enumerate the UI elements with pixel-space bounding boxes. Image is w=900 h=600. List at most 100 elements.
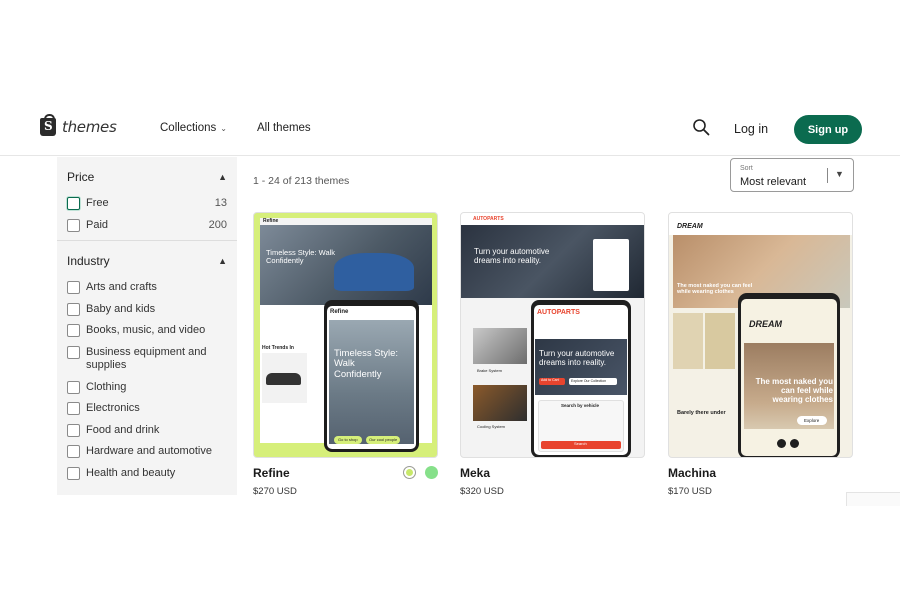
option-label: Business equipment and supplies bbox=[86, 345, 207, 371]
mock-item-1: Brake System bbox=[477, 368, 502, 373]
industry-option[interactable]: Food and drink bbox=[57, 423, 237, 437]
phone-search-title: Search by vehicle bbox=[561, 403, 600, 408]
option-label: Electronics bbox=[86, 402, 140, 415]
login-link[interactable]: Log in bbox=[734, 122, 768, 136]
option-label: Hardware and automotive bbox=[86, 445, 212, 458]
option-count: 13 bbox=[214, 197, 227, 209]
nav-collections-dropdown[interactable]: Collections ⌄ bbox=[160, 122, 227, 134]
checkbox[interactable] bbox=[67, 281, 80, 295]
theme-preview-meka[interactable]: AUTOPARTS Turn your automotive dreams in… bbox=[460, 212, 645, 458]
mock-navbar bbox=[260, 218, 432, 225]
mock-brand: DREAM bbox=[677, 223, 703, 230]
industry-option[interactable]: Clothing bbox=[57, 380, 237, 394]
shopify-themes-logo[interactable]: themes bbox=[40, 114, 117, 136]
mock-section-title: Hot Trends In bbox=[262, 345, 294, 351]
checkbox-free[interactable] bbox=[67, 197, 80, 210]
carousel-next bbox=[790, 439, 799, 448]
theme-name[interactable]: Machina bbox=[668, 466, 716, 480]
industry-filter-title: Industry bbox=[67, 254, 110, 269]
option-label: Arts and crafts bbox=[86, 281, 157, 294]
price-option-paid[interactable]: Paid 200 bbox=[57, 218, 237, 232]
industry-option[interactable]: Arts and crafts bbox=[57, 281, 237, 295]
option-label: Baby and kids bbox=[86, 302, 156, 315]
theme-price: $270 USD bbox=[253, 486, 297, 497]
checkbox[interactable] bbox=[67, 324, 80, 338]
mock-hero-text: Timeless Style: Walk Confidently bbox=[266, 248, 336, 266]
chevron-up-icon: ▲ bbox=[218, 172, 227, 182]
industry-option[interactable]: Hardware and automotive bbox=[57, 445, 237, 459]
phone-brand: DREAM bbox=[749, 319, 782, 329]
sort-value: Most relevant bbox=[740, 176, 807, 188]
phone-brand: Refine bbox=[330, 309, 349, 315]
industry-option[interactable]: Books, music, and video bbox=[57, 324, 237, 338]
option-count: 200 bbox=[208, 218, 227, 231]
industry-option[interactable]: Electronics bbox=[57, 402, 237, 416]
shoe-shape bbox=[334, 253, 414, 291]
price-option-free[interactable]: Free 13 bbox=[57, 197, 237, 210]
nav-all-themes-link[interactable]: All themes bbox=[257, 122, 311, 134]
theme-card-meka[interactable]: AUTOPARTS Turn your automotive dreams in… bbox=[460, 212, 645, 497]
sort-divider bbox=[827, 168, 828, 183]
industry-option[interactable]: Business equipment and supplies bbox=[57, 345, 237, 372]
cooling-image bbox=[473, 385, 527, 421]
price-filter-header[interactable]: Price ▲ bbox=[57, 157, 237, 197]
mock-product-1 bbox=[673, 313, 703, 369]
sneaker-shape bbox=[266, 373, 301, 385]
mock-item-2: Cooling System bbox=[477, 424, 506, 429]
phone-hero-image bbox=[329, 320, 414, 444]
theme-card-machina[interactable]: DREAM The most naked you can feel while … bbox=[668, 212, 853, 497]
checkbox[interactable] bbox=[67, 466, 80, 480]
option-label: Free bbox=[86, 197, 109, 209]
filter-sidebar: Price ▲ Free 13 Paid 200 Industry ▲ Arts… bbox=[57, 157, 237, 495]
theme-price: $170 USD bbox=[668, 486, 712, 497]
color-swatch-lime[interactable] bbox=[403, 466, 416, 479]
industry-option[interactable]: Baby and kids bbox=[57, 302, 237, 316]
mock-sub: Barely there under bbox=[677, 410, 726, 416]
industry-option[interactable]: Health and beauty bbox=[57, 466, 237, 480]
theme-preview-machina[interactable]: DREAM The most naked you can feel while … bbox=[668, 212, 853, 458]
chevron-down-icon: ⌄ bbox=[220, 123, 227, 133]
mock-brand: Refine bbox=[263, 218, 279, 224]
checkbox-paid[interactable] bbox=[67, 218, 80, 232]
theme-name[interactable]: Meka bbox=[460, 466, 490, 480]
phone-cta-label: Explore bbox=[804, 418, 820, 423]
phone-cta-2-label: Our cool people bbox=[369, 437, 398, 442]
results-count: 1 - 24 of 213 themes bbox=[253, 175, 350, 187]
option-label: Books, music, and video bbox=[86, 324, 206, 337]
chevron-down-icon: ▼ bbox=[835, 169, 844, 179]
checkbox[interactable] bbox=[67, 423, 80, 437]
phone-hero-text: The most naked you can feel while wearin… bbox=[755, 377, 833, 404]
carousel-prev bbox=[777, 439, 786, 448]
checkbox[interactable] bbox=[67, 380, 80, 394]
theme-name[interactable]: Refine bbox=[253, 466, 290, 480]
phone-cta-1-label: Add to Cart bbox=[541, 378, 559, 382]
sort-select[interactable]: Sort Most relevant ▼ bbox=[730, 158, 854, 192]
phone-cta-1-label: Go to shop bbox=[338, 437, 358, 442]
theme-price: $320 USD bbox=[460, 486, 504, 497]
phone-brand: AUTOPARTS bbox=[537, 309, 580, 316]
nav-collections-label: Collections bbox=[160, 122, 217, 134]
signup-button[interactable]: Sign up bbox=[794, 115, 862, 144]
price-filter-title: Price bbox=[67, 170, 95, 184]
option-label: Paid bbox=[86, 218, 109, 231]
top-header: themes Collections ⌄ All themes Log in S… bbox=[0, 108, 900, 156]
phone-hero-text: Timeless Style: Walk Confidently bbox=[334, 348, 399, 380]
checkbox[interactable] bbox=[67, 345, 80, 359]
recaptcha-badge[interactable] bbox=[846, 492, 900, 506]
checkbox[interactable] bbox=[67, 445, 80, 459]
checkbox[interactable] bbox=[67, 302, 80, 316]
theme-card-refine[interactable]: Refine Timeless Style: Walk Confidently … bbox=[253, 212, 438, 497]
chevron-up-icon: ▲ bbox=[218, 256, 227, 267]
theme-preview-refine[interactable]: Refine Timeless Style: Walk Confidently … bbox=[253, 212, 438, 458]
color-swatch-green[interactable] bbox=[425, 466, 438, 479]
option-label: Health and beauty bbox=[86, 466, 176, 479]
phone-search-btn-label: Search bbox=[574, 441, 587, 446]
phone-hero-text: Turn your automotive dreams into reality… bbox=[539, 349, 615, 367]
search-icon[interactable] bbox=[692, 118, 712, 138]
checkbox[interactable] bbox=[67, 402, 80, 416]
sort-label: Sort bbox=[740, 165, 753, 172]
option-label: Clothing bbox=[86, 380, 127, 393]
brake-image bbox=[473, 328, 527, 364]
industry-filter-header[interactable]: Industry ▲ bbox=[57, 241, 237, 281]
mock-brand: AUTOPARTS bbox=[473, 216, 504, 222]
